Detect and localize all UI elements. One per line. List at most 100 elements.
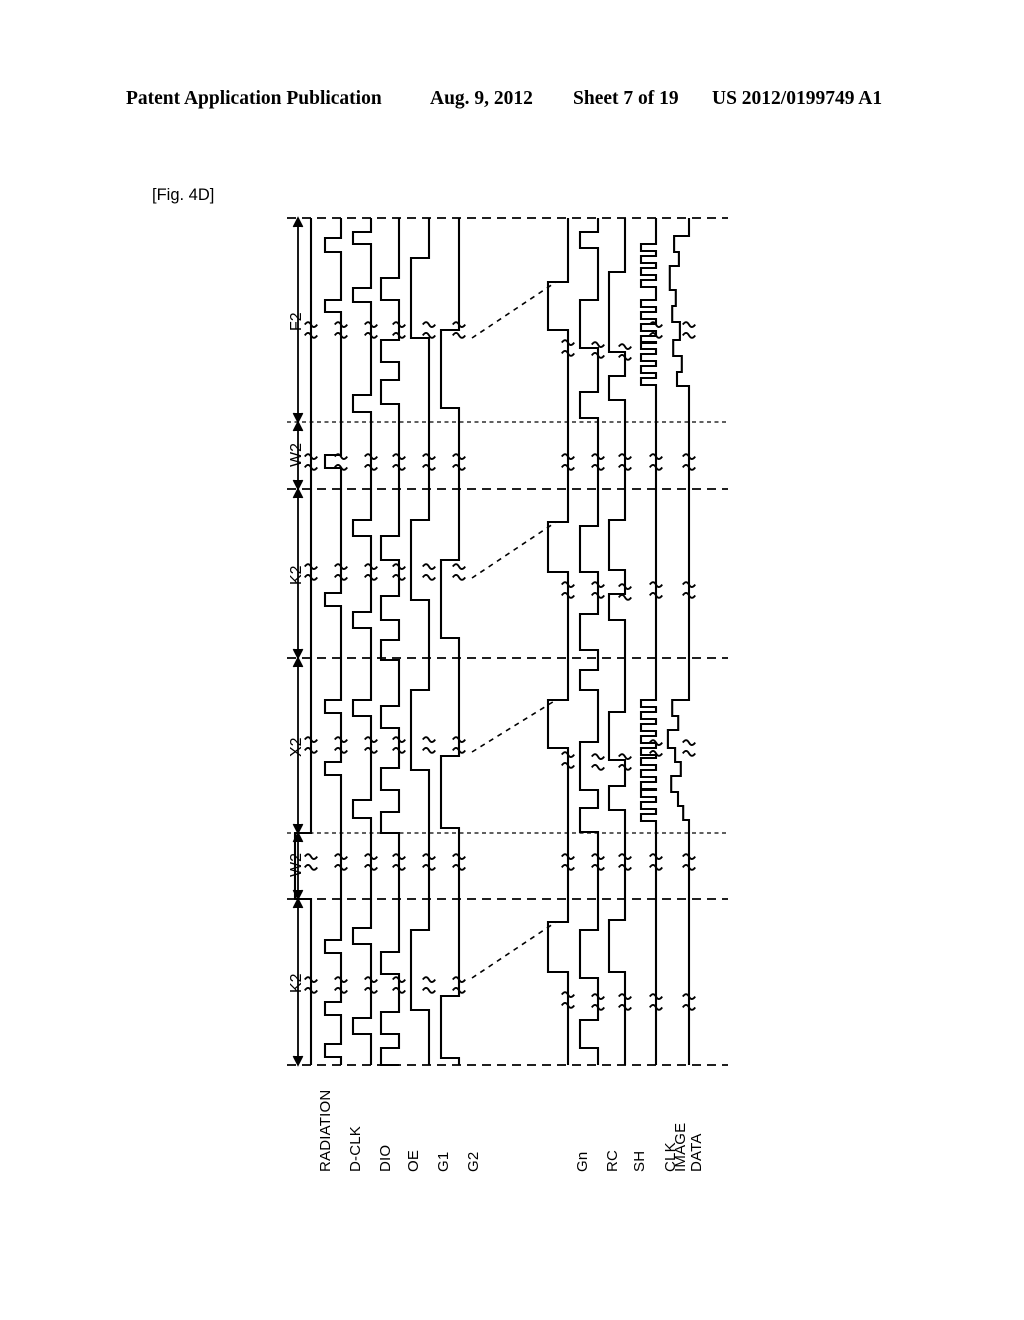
arrow-head	[292, 1055, 304, 1067]
header-number: US 2012/0199749 A1	[712, 88, 883, 109]
break-clk-4	[649, 853, 663, 871]
publication-header: Patent Application Publication Aug. 9, 2…	[0, 88, 1024, 118]
wave-g2	[439, 218, 461, 1065]
arrow-head	[292, 479, 304, 491]
signal-label-g2: G2	[465, 1151, 482, 1172]
break-dio-5	[364, 976, 378, 994]
signal-label-dio: DIO	[377, 1144, 394, 1172]
break-dio-2	[364, 563, 378, 581]
break-rc-3	[591, 753, 605, 771]
arrow-head	[292, 648, 304, 660]
break-sh-1	[618, 453, 632, 471]
break-g2-2	[452, 563, 466, 581]
break-g1-4	[422, 853, 436, 871]
arrow-head	[292, 487, 304, 499]
wave-clk	[639, 218, 658, 1065]
break-sh-4	[618, 853, 632, 871]
break-oe-3	[392, 736, 406, 754]
break-gn-0	[561, 339, 575, 357]
break-dio-3	[364, 736, 378, 754]
break-g1-0	[422, 321, 436, 339]
signal-label-rc: RC	[604, 1149, 621, 1172]
break-d-clk-1	[334, 453, 348, 471]
break-d-clk-3	[334, 736, 348, 754]
arrow-head	[292, 897, 304, 909]
break-gn-2	[561, 581, 575, 599]
break-rc-1	[591, 453, 605, 471]
break-clk-2	[649, 581, 663, 599]
wave-dio	[351, 218, 373, 1065]
arrow-head	[292, 216, 304, 228]
break-rc-5	[591, 993, 605, 1011]
wave-image-data	[666, 218, 691, 1065]
break-oe-5	[392, 976, 406, 994]
arrow-head	[292, 889, 304, 901]
signal-label-radiation: RADIATION	[317, 1089, 334, 1172]
break-radiation-2	[304, 563, 318, 581]
break-oe-1	[392, 453, 406, 471]
break-gn-4	[561, 853, 575, 871]
arrow-head	[292, 656, 304, 668]
break-radiation-0	[304, 321, 318, 339]
period-label-w2-1: W2	[288, 442, 305, 467]
break-sh-3	[618, 753, 632, 771]
break-g1-1	[422, 453, 436, 471]
break-image-data-0	[682, 321, 696, 339]
break-sh-2	[618, 583, 632, 601]
connector-dashed-3	[471, 921, 557, 979]
break-sh-5	[618, 993, 632, 1011]
break-radiation-4	[304, 853, 318, 871]
period-label-k2-5: K2	[288, 973, 305, 993]
break-clk-3	[649, 739, 663, 757]
break-dio-1	[364, 453, 378, 471]
wave-rc	[578, 218, 600, 1065]
break-oe-4	[392, 853, 406, 871]
arrow-head	[292, 412, 304, 424]
arrow-head	[292, 420, 304, 432]
wave-d-clk	[323, 218, 343, 1065]
break-g2-1	[452, 453, 466, 471]
break-g2-4	[452, 853, 466, 871]
signal-label-oe: OE	[405, 1149, 422, 1172]
break-gn-1	[561, 453, 575, 471]
arrow-head	[292, 831, 304, 843]
break-image-data-1	[682, 453, 696, 471]
period-label-x2-3: X2	[288, 736, 305, 757]
wave-gn	[546, 218, 570, 1065]
signal-label-line: DATA	[687, 1133, 705, 1172]
break-g1-3	[422, 736, 436, 754]
connector-dashed-2	[471, 699, 557, 753]
break-gn-3	[561, 751, 575, 769]
break-d-clk-4	[334, 853, 348, 871]
break-dio-4	[364, 853, 378, 871]
break-gn-5	[561, 991, 575, 1009]
wave-sh	[607, 218, 627, 1065]
break-g2-3	[452, 736, 466, 754]
break-rc-2	[591, 581, 605, 599]
break-g1-2	[422, 563, 436, 581]
signal-label-gn: Gn	[574, 1151, 591, 1172]
break-clk-0	[649, 321, 663, 339]
connector-dashed-0	[471, 281, 557, 339]
header-title: Patent Application Publication	[126, 88, 382, 109]
break-d-clk-5	[334, 976, 348, 994]
wave-radiation	[293, 218, 313, 1065]
break-sh-0	[618, 343, 632, 361]
break-image-data-5	[682, 993, 696, 1011]
break-radiation-1	[304, 453, 318, 471]
break-d-clk-2	[334, 563, 348, 581]
period-label-w2-4: W2	[288, 853, 305, 877]
signal-label-d-clk: D-CLK	[347, 1125, 364, 1172]
break-oe-2	[392, 563, 406, 581]
wave-oe	[379, 218, 401, 1067]
break-image-data-3	[682, 739, 696, 757]
break-g2-5	[452, 976, 466, 994]
break-clk-5	[649, 993, 663, 1011]
wave-g1	[409, 218, 431, 1065]
period-label-f2-0: F2	[288, 312, 305, 331]
signal-label-line: IMAGE	[672, 1122, 689, 1172]
break-image-data-4	[682, 853, 696, 871]
break-g2-0	[452, 321, 466, 339]
break-dio-0	[364, 321, 378, 339]
page-root: Patent Application Publication Aug. 9, 2…	[0, 0, 1024, 1320]
